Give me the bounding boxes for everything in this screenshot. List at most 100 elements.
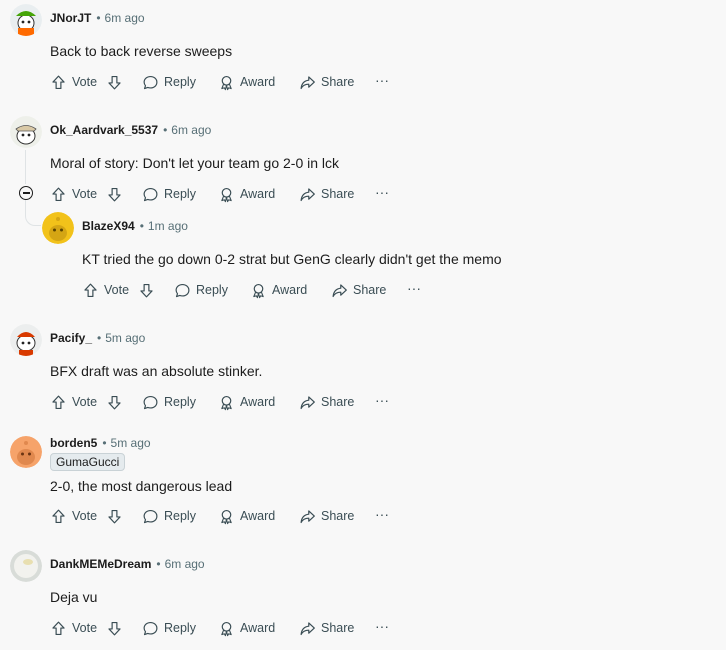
more-options-button[interactable]: ··· bbox=[375, 390, 389, 414]
separator-dot: • bbox=[102, 436, 107, 450]
share-button[interactable]: Share bbox=[299, 70, 354, 94]
share-icon bbox=[299, 620, 316, 637]
award-button[interactable]: Award bbox=[218, 390, 275, 414]
downvote-icon bbox=[106, 508, 123, 525]
comment-actions: Vote Reply Award Share ··· bbox=[82, 278, 442, 302]
award-label: Award bbox=[240, 75, 276, 89]
upvote-icon bbox=[50, 394, 67, 411]
award-button[interactable]: Award bbox=[218, 182, 275, 206]
reply-label: Reply bbox=[164, 621, 196, 635]
share-button[interactable]: Share bbox=[299, 390, 354, 414]
upvote-icon bbox=[50, 186, 67, 203]
vote-label: Vote bbox=[72, 395, 98, 409]
downvote-icon bbox=[106, 186, 123, 203]
vote-label: Vote bbox=[72, 187, 98, 201]
reply-label: Reply bbox=[164, 395, 196, 409]
upvote-button[interactable]: Vote bbox=[50, 616, 97, 640]
more-options-button[interactable]: ··· bbox=[407, 278, 421, 302]
snoo-green-cap-avatar[interactable] bbox=[10, 4, 42, 36]
reply-label: Reply bbox=[164, 187, 196, 201]
comment-author[interactable]: JNorJT bbox=[50, 11, 91, 25]
snoo-bandana-avatar[interactable] bbox=[10, 116, 42, 148]
downvote-button[interactable] bbox=[106, 70, 123, 94]
reply-button[interactable]: Reply bbox=[142, 504, 196, 528]
comment-author[interactable]: BlazeX94 bbox=[82, 219, 135, 233]
award-button[interactable]: Award bbox=[250, 278, 307, 302]
comment-body: BFX draft was an absolute stinker. bbox=[50, 363, 263, 379]
upvote-button[interactable]: Vote bbox=[50, 504, 97, 528]
share-button[interactable]: Share bbox=[299, 616, 354, 640]
reply-icon bbox=[142, 620, 159, 637]
snoo-orange-avatar[interactable] bbox=[10, 436, 42, 468]
comment-timestamp[interactable]: 1m ago bbox=[148, 219, 188, 233]
upvote-button[interactable]: Vote bbox=[50, 390, 97, 414]
award-label: Award bbox=[240, 395, 276, 409]
downvote-button[interactable] bbox=[106, 390, 123, 414]
upvote-icon bbox=[82, 282, 99, 299]
reply-icon bbox=[174, 282, 191, 299]
downvote-button[interactable] bbox=[106, 182, 123, 206]
more-options-button[interactable]: ··· bbox=[375, 182, 389, 206]
award-button[interactable]: Award bbox=[218, 504, 275, 528]
share-label: Share bbox=[321, 395, 355, 409]
share-button[interactable]: Share bbox=[299, 182, 354, 206]
vote-label: Vote bbox=[72, 509, 98, 523]
reply-button[interactable]: Reply bbox=[142, 616, 196, 640]
reply-label: Reply bbox=[196, 283, 228, 297]
share-label: Share bbox=[321, 509, 355, 523]
comment-timestamp[interactable]: 6m ago bbox=[165, 557, 205, 571]
comment-actions: Vote Reply Award Share ··· bbox=[50, 70, 410, 94]
comment-body: Deja vu bbox=[50, 589, 98, 605]
separator-dot: • bbox=[163, 123, 168, 137]
downvote-button[interactable] bbox=[138, 278, 155, 302]
upvote-icon bbox=[50, 508, 67, 525]
award-icon bbox=[218, 74, 235, 91]
downvote-button[interactable] bbox=[106, 504, 123, 528]
downvote-icon bbox=[106, 74, 123, 91]
reply-button[interactable]: Reply bbox=[142, 182, 196, 206]
reply-icon bbox=[142, 508, 159, 525]
thread-elbow bbox=[25, 200, 41, 226]
user-flair: GumaGucci bbox=[50, 453, 126, 471]
share-label: Share bbox=[353, 283, 387, 297]
upvote-button[interactable]: Vote bbox=[50, 70, 97, 94]
more-options-button[interactable]: ··· bbox=[375, 504, 389, 528]
comment-timestamp[interactable]: 6m ago bbox=[105, 11, 145, 25]
comment-actions: Vote Reply Award Share ··· bbox=[50, 390, 410, 414]
reply-button[interactable]: Reply bbox=[142, 390, 196, 414]
more-options-button[interactable]: ··· bbox=[375, 70, 389, 94]
share-button[interactable]: Share bbox=[299, 504, 354, 528]
share-icon bbox=[299, 186, 316, 203]
reply-button[interactable]: Reply bbox=[174, 278, 228, 302]
more-options-button[interactable]: ··· bbox=[375, 616, 389, 640]
reply-button[interactable]: Reply bbox=[142, 70, 196, 94]
egg-avatar[interactable] bbox=[10, 550, 42, 582]
comment-author[interactable]: Pacify_ bbox=[50, 331, 92, 345]
comment-timestamp[interactable]: 6m ago bbox=[171, 123, 211, 137]
comment-actions: Vote Reply Award Share ··· bbox=[50, 616, 410, 640]
award-button[interactable]: Award bbox=[218, 616, 275, 640]
snoo-yellow-avatar[interactable] bbox=[42, 212, 74, 244]
share-icon bbox=[299, 508, 316, 525]
upvote-icon bbox=[50, 620, 67, 637]
comment-timestamp[interactable]: 5m ago bbox=[111, 436, 151, 450]
upvote-button[interactable]: Vote bbox=[82, 278, 129, 302]
award-label: Award bbox=[240, 509, 276, 523]
comment-timestamp[interactable]: 5m ago bbox=[105, 331, 145, 345]
downvote-button[interactable] bbox=[106, 616, 123, 640]
comment-author[interactable]: DankMEMeDream bbox=[50, 557, 151, 571]
comment-actions: Vote Reply Award Share ··· bbox=[50, 182, 410, 206]
snoo-red-avatar[interactable] bbox=[10, 324, 42, 356]
share-button[interactable]: Share bbox=[331, 278, 386, 302]
award-button[interactable]: Award bbox=[218, 70, 275, 94]
separator-dot: • bbox=[97, 331, 102, 345]
award-icon bbox=[250, 282, 267, 299]
share-icon bbox=[331, 282, 348, 299]
comment-body: Moral of story: Don't let your team go 2… bbox=[50, 155, 340, 171]
separator-dot: • bbox=[156, 557, 161, 571]
upvote-button[interactable]: Vote bbox=[50, 182, 97, 206]
comment-author[interactable]: borden5 bbox=[50, 436, 97, 450]
comment-body: Back to back reverse sweeps bbox=[50, 43, 233, 59]
comment-author[interactable]: Ok_Aardvark_5537 bbox=[50, 123, 158, 137]
collapse-thread-button[interactable] bbox=[19, 186, 33, 200]
